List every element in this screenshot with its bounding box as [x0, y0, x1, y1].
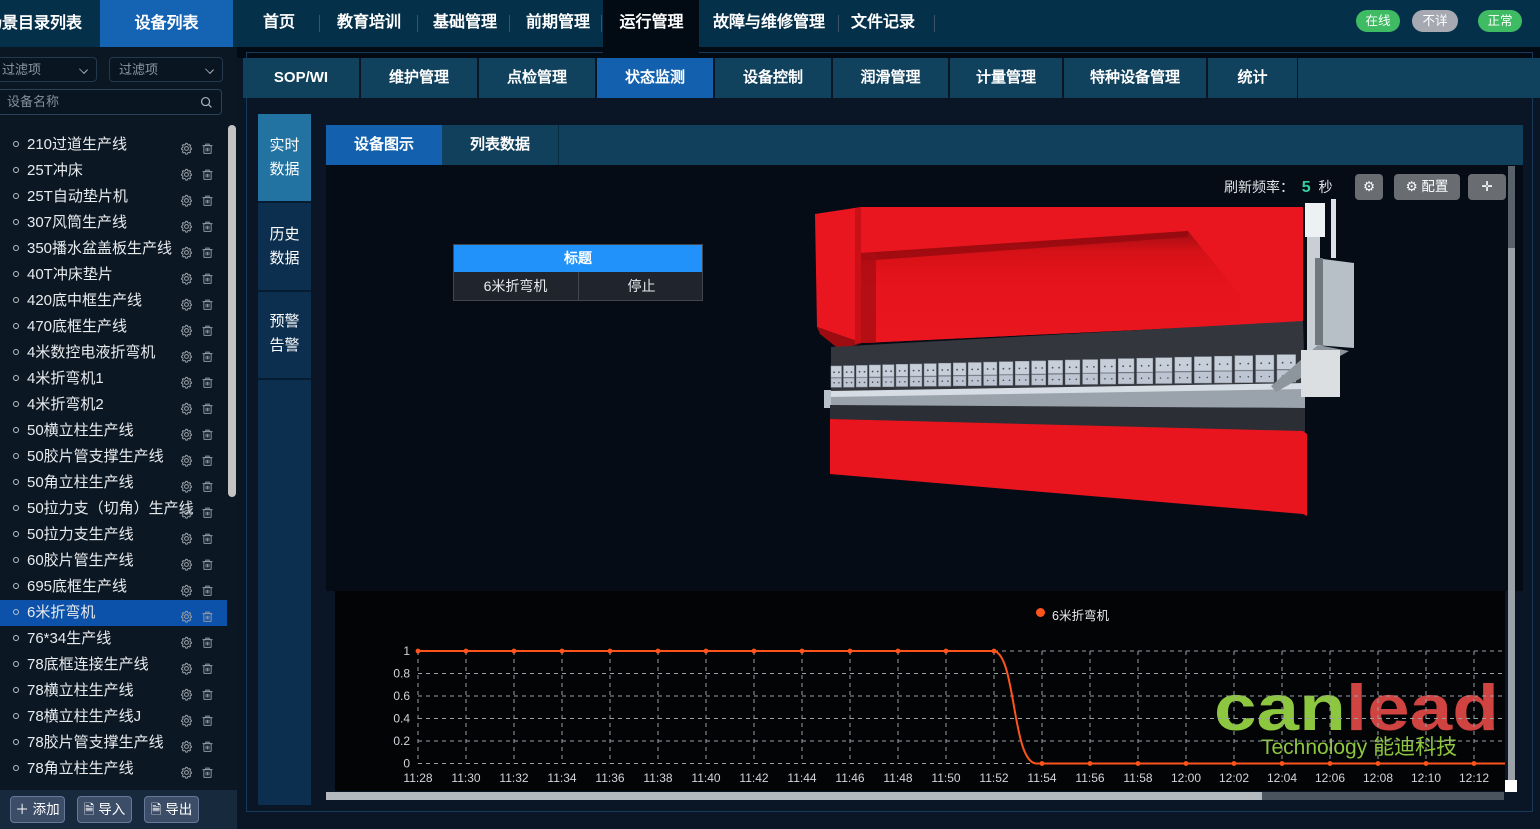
- svg-text:11:28: 11:28: [403, 771, 432, 785]
- svg-text:12:08: 12:08: [1363, 771, 1393, 785]
- svg-text:11:36: 11:36: [595, 771, 624, 785]
- svg-text:0: 0: [403, 757, 410, 771]
- svg-text:12:10: 12:10: [1411, 771, 1441, 785]
- svg-text:12:00: 12:00: [1171, 771, 1201, 785]
- svg-text:11:30: 11:30: [451, 771, 480, 785]
- svg-text:11:50: 11:50: [931, 771, 960, 785]
- svg-text:0.6: 0.6: [393, 689, 410, 703]
- svg-text:11:58: 11:58: [1123, 771, 1152, 785]
- svg-text:12:04: 12:04: [1267, 771, 1297, 785]
- svg-text:11:42: 11:42: [739, 771, 768, 785]
- svg-text:11:34: 11:34: [547, 771, 576, 785]
- svg-text:1: 1: [403, 644, 410, 658]
- svg-text:11:38: 11:38: [643, 771, 672, 785]
- svg-text:12:06: 12:06: [1315, 771, 1345, 785]
- svg-text:11:32: 11:32: [499, 771, 528, 785]
- svg-text:0.4: 0.4: [393, 712, 410, 726]
- svg-text:11:44: 11:44: [787, 771, 816, 785]
- svg-text:11:46: 11:46: [835, 771, 864, 785]
- svg-text:0.2: 0.2: [393, 734, 410, 748]
- svg-text:12:02: 12:02: [1219, 771, 1249, 785]
- svg-text:0.8: 0.8: [393, 667, 410, 681]
- svg-text:11:52: 11:52: [979, 771, 1008, 785]
- svg-text:11:54: 11:54: [1027, 771, 1056, 785]
- svg-text:12:12: 12:12: [1459, 771, 1489, 785]
- svg-text:11:56: 11:56: [1075, 771, 1104, 785]
- svg-text:11:48: 11:48: [883, 771, 912, 785]
- svg-text:11:40: 11:40: [691, 771, 720, 785]
